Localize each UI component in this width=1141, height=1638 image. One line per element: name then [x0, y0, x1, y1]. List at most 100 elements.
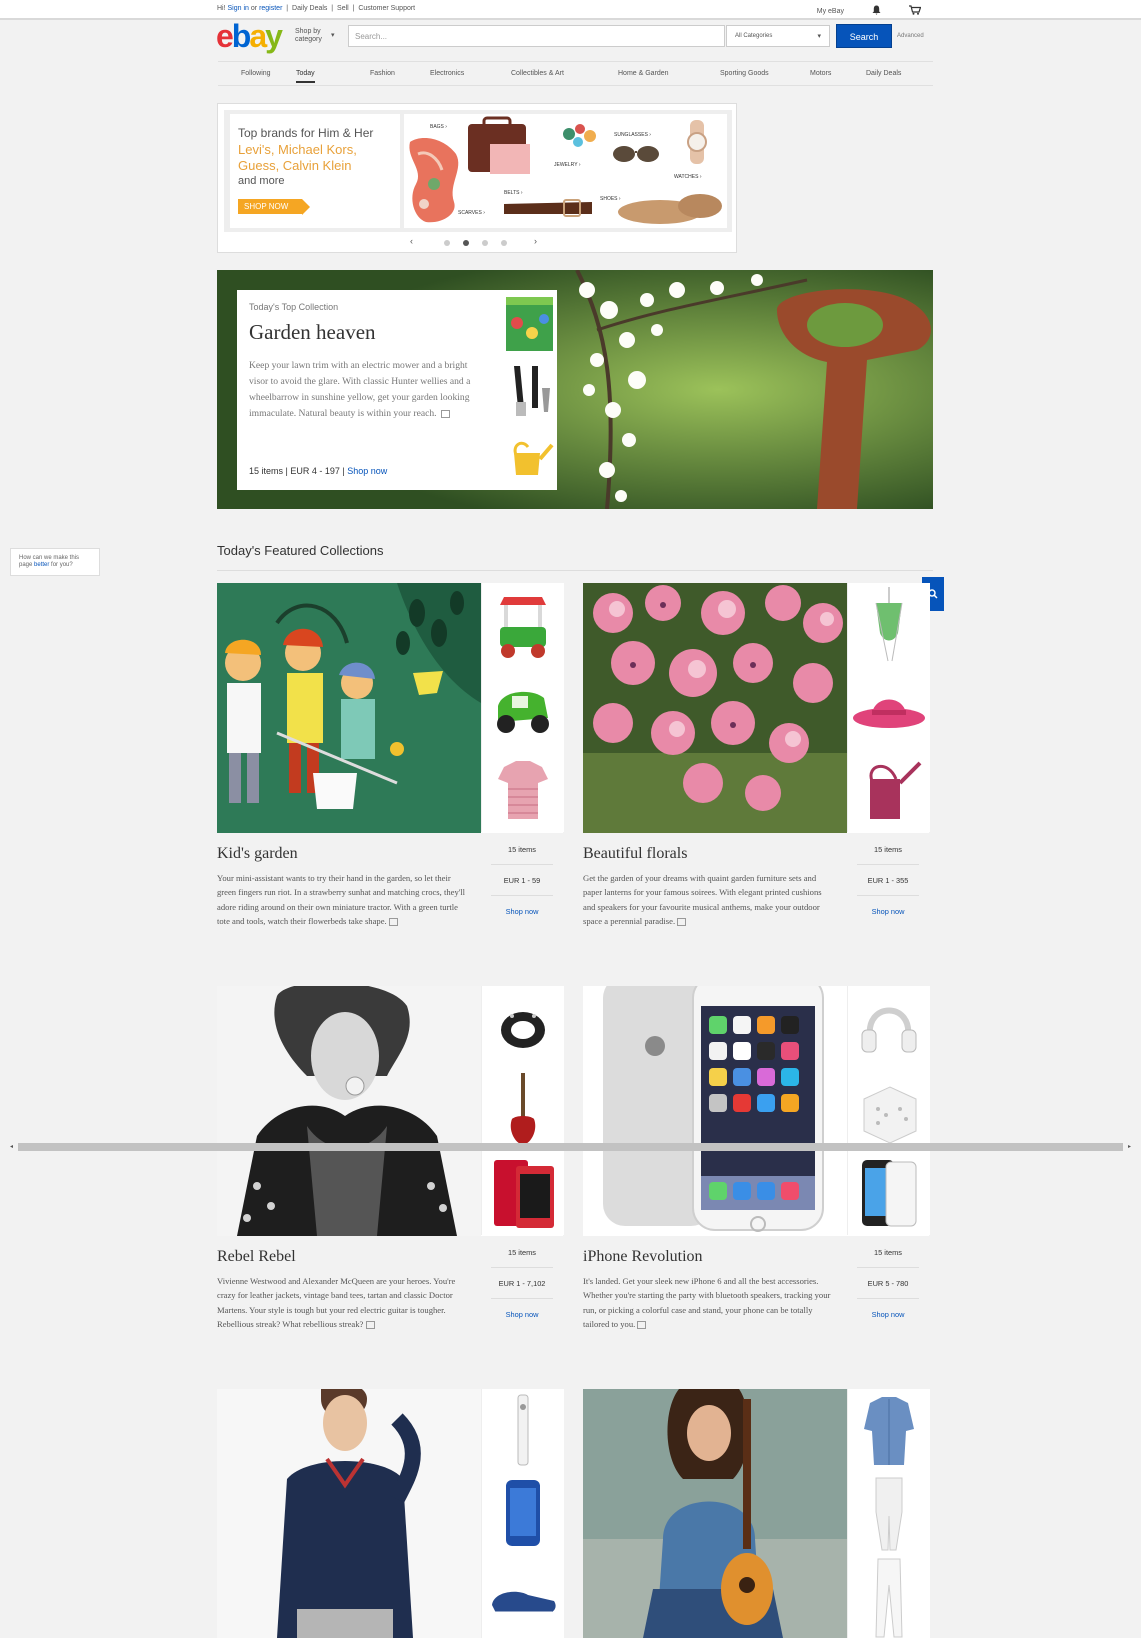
expand-icon[interactable] — [365, 1320, 375, 1329]
product-thumbnail[interactable] — [847, 1555, 930, 1638]
product-thumbnail[interactable] — [481, 1389, 564, 1472]
promo-text-panel: Top brands for Him & Her Levi's, Michael… — [230, 114, 400, 228]
shop-now-link[interactable]: Shop now — [847, 1310, 929, 1319]
scrollbar-thumb[interactable] — [18, 1143, 1123, 1151]
ebay-logo[interactable]: ebay — [216, 20, 283, 52]
collection-title[interactable]: Beautiful florals — [583, 845, 687, 863]
nav-item-fashion[interactable]: Fashion — [370, 70, 395, 77]
top-collection-banner[interactable]: Today's Top Collection Garden heaven Kee… — [217, 270, 933, 509]
product-thumbnail[interactable] — [481, 1555, 564, 1638]
promo-label-belts: BELTS › — [504, 190, 523, 196]
chevron-down-icon: ▾ — [331, 32, 335, 39]
product-thumbnail[interactable] — [502, 423, 557, 485]
feedback-tab[interactable]: How can we make this page better for you… — [10, 548, 100, 576]
collection-main-image[interactable] — [217, 986, 481, 1236]
shop-now-link[interactable]: Shop now — [847, 907, 929, 916]
collection-main-image[interactable] — [583, 583, 847, 833]
featured-collections-title: Today's Featured Collections — [217, 543, 384, 558]
collection-title[interactable]: Kid's garden — [217, 845, 298, 863]
collection-card[interactable]: iPhone Revolution It's landed. Get your … — [583, 986, 930, 1346]
collection-main-image[interactable] — [217, 583, 481, 833]
bell-icon[interactable] — [872, 5, 881, 17]
collection-card[interactable] — [583, 1389, 930, 1638]
scroll-left-arrow[interactable]: ◂ — [10, 1143, 13, 1150]
product-thumbnail[interactable] — [847, 1389, 930, 1472]
category-select[interactable]: All Categories ▾ — [726, 25, 830, 47]
collection-main-image[interactable] — [583, 1389, 847, 1638]
shop-now-link[interactable]: Shop now — [347, 466, 387, 476]
product-thumbnail[interactable] — [481, 583, 564, 666]
carousel-next-arrow[interactable]: › — [534, 236, 537, 246]
collection-title[interactable]: iPhone Revolution — [583, 1248, 703, 1266]
search-input[interactable]: Search... — [348, 25, 725, 47]
product-thumbnail[interactable] — [847, 1152, 930, 1235]
shop-now-link[interactable]: Shop now — [481, 1310, 563, 1319]
product-thumbnail[interactable] — [847, 1472, 930, 1555]
collection-card[interactable] — [217, 1389, 564, 1638]
divider — [857, 1267, 919, 1268]
or-text: or — [250, 5, 258, 12]
category-nav: Following Today Fashion Electronics Coll… — [218, 61, 933, 86]
collection-main-image[interactable] — [583, 986, 847, 1236]
scroll-right-arrow[interactable]: ▸ — [1128, 1143, 1131, 1150]
collection-title[interactable]: Rebel Rebel — [217, 1248, 296, 1266]
carousel-dot[interactable] — [501, 240, 507, 246]
nav-item-sporting-goods[interactable]: Sporting Goods — [720, 70, 769, 77]
advanced-search-link[interactable]: Advanced — [897, 33, 924, 39]
product-thumbnail[interactable] — [481, 666, 564, 749]
product-thumbnail[interactable] — [481, 986, 564, 1069]
promo-product-collage[interactable]: BAGS › SUNGLASSES › JEWELRY › WATCHES › … — [404, 114, 727, 228]
product-thumbnail[interactable] — [481, 1472, 564, 1555]
carousel-prev-arrow[interactable]: ‹ — [410, 236, 413, 246]
top-left-links: Hi! Sign in or register | Daily Deals | … — [217, 5, 416, 12]
collection-card[interactable]: Beautiful florals Get the garden of your… — [583, 583, 930, 943]
top-collection-title[interactable]: Garden heaven — [249, 320, 376, 345]
collection-card[interactable]: Rebel Rebel Vivienne Westwood and Alexan… — [217, 986, 564, 1346]
cart-icon[interactable] — [909, 5, 922, 17]
product-thumbnail[interactable] — [847, 1069, 930, 1152]
product-thumbnail[interactable] — [481, 1069, 564, 1152]
carousel-dot[interactable] — [482, 240, 488, 246]
nav-item-motors[interactable]: Motors — [810, 70, 831, 77]
product-thumbnail[interactable] — [847, 986, 930, 1069]
sign-in-link[interactable]: Sign in — [228, 5, 249, 12]
customer-support-link[interactable]: Customer Support — [358, 5, 415, 12]
product-thumbnail[interactable] — [847, 583, 930, 666]
product-thumbnail[interactable] — [481, 749, 564, 832]
expand-icon[interactable] — [388, 917, 398, 926]
collection-main-image[interactable] — [217, 1389, 481, 1638]
product-thumbnail[interactable] — [502, 358, 557, 420]
nav-item-following[interactable]: Following — [241, 70, 271, 77]
product-thumbnail[interactable] — [502, 293, 557, 355]
nav-item-daily-deals[interactable]: Daily Deals — [866, 70, 901, 77]
nav-item-home-garden[interactable]: Home & Garden — [618, 70, 669, 77]
carousel-dot[interactable] — [463, 240, 469, 246]
product-thumbnail[interactable] — [481, 1152, 564, 1235]
nav-item-electronics[interactable]: Electronics — [430, 70, 464, 77]
register-link[interactable]: register — [259, 5, 282, 12]
expand-icon[interactable] — [440, 409, 450, 418]
my-ebay-link[interactable]: My eBay — [817, 8, 844, 15]
promo-slide[interactable]: Top brands for Him & Her Levi's, Michael… — [224, 110, 732, 232]
search-button[interactable]: Search — [836, 24, 892, 48]
daily-deals-link[interactable]: Daily Deals — [292, 5, 327, 12]
top-utility-bar: Hi! Sign in or register | Daily Deals | … — [0, 0, 1141, 20]
expand-icon[interactable] — [637, 1320, 647, 1329]
nav-item-collectibles[interactable]: Collectibles & Art — [511, 70, 564, 77]
shop-by-category-button[interactable]: Shop by category ▾ — [295, 28, 335, 44]
shop-now-link[interactable]: Shop now — [481, 907, 563, 916]
feedback-line1: How can we make this — [19, 555, 80, 561]
product-thumbnail[interactable] — [847, 749, 930, 832]
collection-thumbnails — [847, 583, 930, 833]
item-count: 15 items — [508, 1248, 536, 1257]
nav-item-today[interactable]: Today — [296, 70, 315, 83]
divider — [217, 570, 933, 571]
collection-card[interactable]: Kid's garden Your mini-assistant wants t… — [217, 583, 564, 943]
carousel-dot[interactable] — [444, 240, 450, 246]
product-thumbnail[interactable] — [847, 666, 930, 749]
item-count: 15 items — [249, 466, 284, 476]
horizontal-scrollbar[interactable]: ◂ ▸ — [10, 1143, 1131, 1151]
shop-now-button[interactable]: SHOP NOW — [238, 199, 311, 215]
sell-link[interactable]: Sell — [337, 5, 349, 12]
expand-icon[interactable] — [677, 917, 687, 926]
